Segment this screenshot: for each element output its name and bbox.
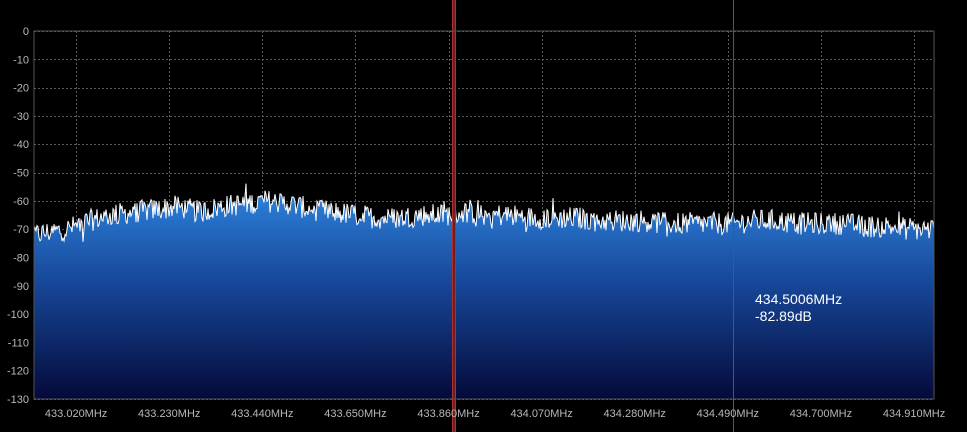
y-axis-tick-label: -50	[13, 168, 29, 180]
x-axis-tick-label: 434.910MHz	[883, 408, 945, 420]
x-axis-tick-labels: 433.020MHz 433.230MHz 433.440MHz 433.650MHz…	[45, 408, 945, 420]
x-axis-tick-label: 433.440MHz	[231, 408, 293, 420]
spectrum-chart[interactable]: 0 -10 -20 -30 -40 -50 -60 -70 -80 -90 -100 -110 -120…	[0, 0, 967, 432]
spectrum-panel[interactable]: 0 -10 -20 -30 -40 -50 -60 -70 -80 -90 -100 -110 -120…	[0, 0, 967, 432]
x-axis-tick-label: 434.490MHz	[697, 408, 759, 420]
y-axis-tick-label: -10	[13, 54, 29, 66]
y-axis-tick-label: -20	[13, 83, 29, 95]
cursor-frequency-readout: 434.5006MHz	[755, 291, 843, 307]
x-axis-tick-label: 433.650MHz	[324, 408, 386, 420]
cursor-level-readout: -82.89dB	[755, 308, 812, 324]
x-axis-tick-label: 434.280MHz	[604, 408, 666, 420]
x-axis-tick-label: 434.700MHz	[790, 408, 852, 420]
x-axis-tick-label: 433.020MHz	[45, 408, 107, 420]
y-axis-tick-label: -110	[8, 337, 29, 349]
y-axis-tick-label: -70	[13, 224, 29, 236]
x-axis-tick-label: 434.070MHz	[510, 408, 572, 420]
y-axis-tick-label: -40	[13, 139, 29, 151]
y-axis-tick-label: 0	[23, 26, 29, 38]
y-axis-tick-label: -80	[13, 252, 29, 264]
x-axis-tick-label: 433.860MHz	[417, 408, 479, 420]
y-axis-tick-label: -60	[13, 196, 29, 208]
y-axis-tick-label: -100	[7, 309, 29, 321]
y-axis-tick-label: -120	[7, 366, 29, 378]
y-axis-tick-label: -30	[13, 111, 29, 123]
y-axis-tick-labels: 0 -10 -20 -30 -40 -50 -60 -70 -80 -90 -100 -110 -120…	[7, 26, 29, 406]
x-axis-tick-label: 433.230MHz	[138, 408, 200, 420]
y-axis-tick-label: -130	[7, 394, 29, 406]
y-axis-tick-label: -90	[13, 281, 29, 293]
cursor-readout: 434.5006MHz -82.89dB	[755, 291, 842, 325]
